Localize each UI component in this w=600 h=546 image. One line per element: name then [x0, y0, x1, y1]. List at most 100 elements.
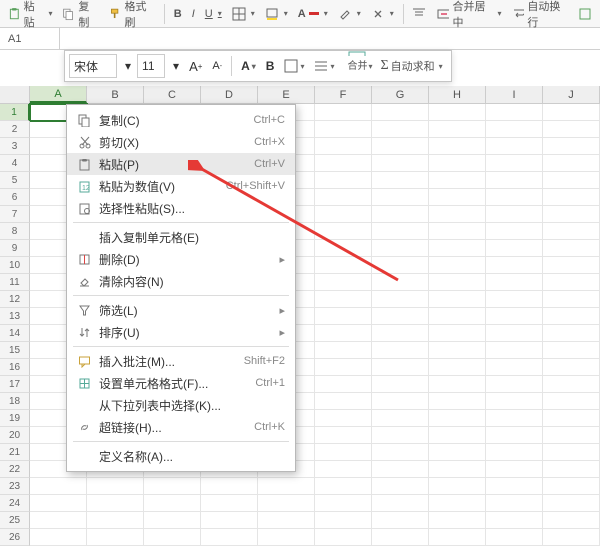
- cell-F24[interactable]: [315, 495, 372, 512]
- cell-E23[interactable]: [258, 478, 315, 495]
- cell-G2[interactable]: [372, 121, 429, 138]
- cell-J21[interactable]: [543, 444, 600, 461]
- cell-A23[interactable]: [30, 478, 87, 495]
- cell-J7[interactable]: [543, 206, 600, 223]
- cell-H8[interactable]: [429, 223, 486, 240]
- cell-F16[interactable]: [315, 359, 372, 376]
- cell-G17[interactable]: [372, 376, 429, 393]
- border-button[interactable]: ▾: [228, 3, 259, 25]
- cell-J20[interactable]: [543, 427, 600, 444]
- cell-H25[interactable]: [429, 512, 486, 529]
- row-header-20[interactable]: 20: [0, 427, 30, 444]
- ctx-paste[interactable]: 粘贴(P) Ctrl+V: [67, 153, 295, 175]
- cell-G15[interactable]: [372, 342, 429, 359]
- row-header-25[interactable]: 25: [0, 512, 30, 529]
- cell-H15[interactable]: [429, 342, 486, 359]
- cell-F9[interactable]: [315, 240, 372, 257]
- cell-G10[interactable]: [372, 257, 429, 274]
- cell-F2[interactable]: [315, 121, 372, 138]
- cell-F4[interactable]: [315, 155, 372, 172]
- row-header-16[interactable]: 16: [0, 359, 30, 376]
- cell-I13[interactable]: [486, 308, 543, 325]
- col-header-A[interactable]: A: [30, 86, 87, 103]
- row-header-5[interactable]: 5: [0, 172, 30, 189]
- cell-G13[interactable]: [372, 308, 429, 325]
- cell-I9[interactable]: [486, 240, 543, 257]
- row-header-14[interactable]: 14: [0, 325, 30, 342]
- row-header-3[interactable]: 3: [0, 138, 30, 155]
- cell-G6[interactable]: [372, 189, 429, 206]
- col-header-J[interactable]: J: [543, 86, 600, 103]
- cell-G9[interactable]: [372, 240, 429, 257]
- cell-G11[interactable]: [372, 274, 429, 291]
- row-header-11[interactable]: 11: [0, 274, 30, 291]
- cell-B23[interactable]: [87, 478, 144, 495]
- cell-F15[interactable]: [315, 342, 372, 359]
- cell-G1[interactable]: [372, 104, 429, 121]
- cell-H20[interactable]: [429, 427, 486, 444]
- font-family-dropdown-icon[interactable]: ▾: [121, 54, 135, 78]
- cell-F20[interactable]: [315, 427, 372, 444]
- cell-E25[interactable]: [258, 512, 315, 529]
- row-header-6[interactable]: 6: [0, 189, 30, 206]
- cell-D25[interactable]: [201, 512, 258, 529]
- cell-H21[interactable]: [429, 444, 486, 461]
- cell-H13[interactable]: [429, 308, 486, 325]
- cell-I20[interactable]: [486, 427, 543, 444]
- cell-H23[interactable]: [429, 478, 486, 495]
- ctx-format-cells[interactable]: 设置单元格格式(F)... Ctrl+1: [67, 372, 295, 394]
- cell-F8[interactable]: [315, 223, 372, 240]
- cell-H7[interactable]: [429, 206, 486, 223]
- cell-G16[interactable]: [372, 359, 429, 376]
- cell-H4[interactable]: [429, 155, 486, 172]
- cell-D24[interactable]: [201, 495, 258, 512]
- cell-I25[interactable]: [486, 512, 543, 529]
- cell-J11[interactable]: [543, 274, 600, 291]
- ctx-define-name[interactable]: 定义名称(A)...: [67, 445, 295, 467]
- cell-F5[interactable]: [315, 172, 372, 189]
- col-header-F[interactable]: F: [315, 86, 372, 103]
- cell-J10[interactable]: [543, 257, 600, 274]
- ctx-hyperlink[interactable]: 超链接(H)... Ctrl+K: [67, 416, 295, 438]
- cell-A25[interactable]: [30, 512, 87, 529]
- cell-I23[interactable]: [486, 478, 543, 495]
- cell-H1[interactable]: [429, 104, 486, 121]
- cell-H18[interactable]: [429, 393, 486, 410]
- cell-H6[interactable]: [429, 189, 486, 206]
- wrap-text-button[interactable]: 自动换行: [508, 3, 572, 25]
- cell-J14[interactable]: [543, 325, 600, 342]
- cell-B26[interactable]: [87, 529, 144, 546]
- highlight-button[interactable]: ▾: [334, 3, 365, 25]
- cell-G26[interactable]: [372, 529, 429, 546]
- cell-I17[interactable]: [486, 376, 543, 393]
- cell-C25[interactable]: [144, 512, 201, 529]
- cell-G3[interactable]: [372, 138, 429, 155]
- cell-F11[interactable]: [315, 274, 372, 291]
- cell-J19[interactable]: [543, 410, 600, 427]
- cell-G18[interactable]: [372, 393, 429, 410]
- row-header-19[interactable]: 19: [0, 410, 30, 427]
- row-header-7[interactable]: 7: [0, 206, 30, 223]
- select-all-corner[interactable]: [0, 86, 30, 103]
- clear-format-button[interactable]: ▾: [367, 3, 398, 25]
- mini-font-color-button[interactable]: A▾: [237, 54, 260, 78]
- cell-F17[interactable]: [315, 376, 372, 393]
- row-header-1[interactable]: 1: [0, 104, 30, 121]
- cell-J4[interactable]: [543, 155, 600, 172]
- row-header-26[interactable]: 26: [0, 529, 30, 546]
- ctx-paste-special[interactable]: 选择性粘贴(S)...: [67, 197, 295, 219]
- cell-D26[interactable]: [201, 529, 258, 546]
- cell-J22[interactable]: [543, 461, 600, 478]
- cell-G4[interactable]: [372, 155, 429, 172]
- cell-I21[interactable]: [486, 444, 543, 461]
- fill-color-button[interactable]: ▾: [261, 3, 292, 25]
- cell-G8[interactable]: [372, 223, 429, 240]
- cell-J5[interactable]: [543, 172, 600, 189]
- row-header-8[interactable]: 8: [0, 223, 30, 240]
- row-header-18[interactable]: 18: [0, 393, 30, 410]
- mini-border-button[interactable]: ▾: [280, 54, 308, 78]
- cell-I7[interactable]: [486, 206, 543, 223]
- cell-F23[interactable]: [315, 478, 372, 495]
- cell-H16[interactable]: [429, 359, 486, 376]
- cell-F14[interactable]: [315, 325, 372, 342]
